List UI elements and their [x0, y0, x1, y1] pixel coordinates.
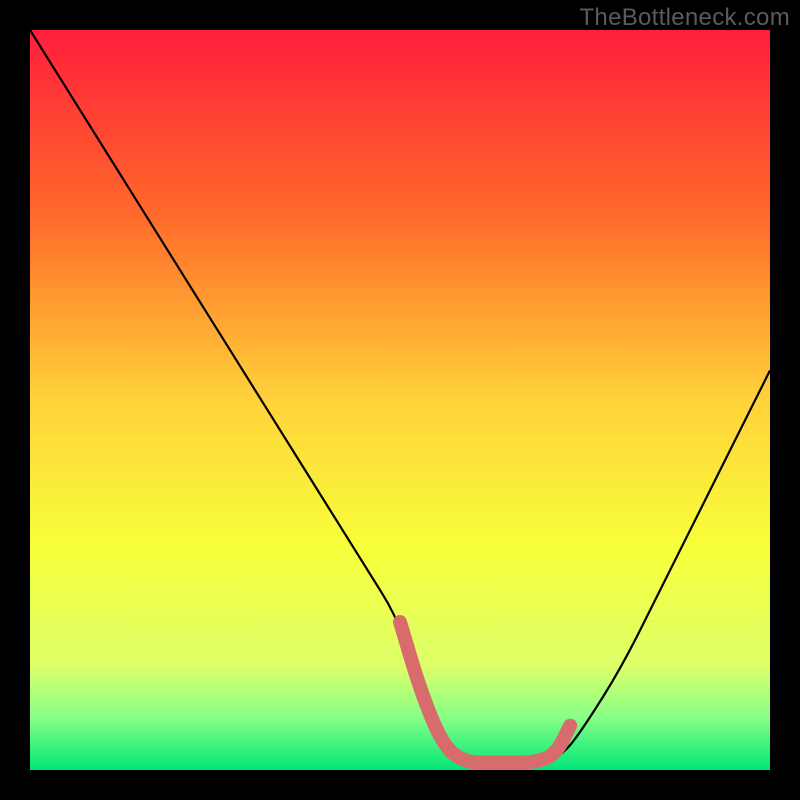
plot-area [30, 30, 770, 770]
gradient-background [30, 30, 770, 770]
watermark-text: TheBottleneck.com [579, 4, 790, 32]
chart-svg [30, 30, 770, 770]
